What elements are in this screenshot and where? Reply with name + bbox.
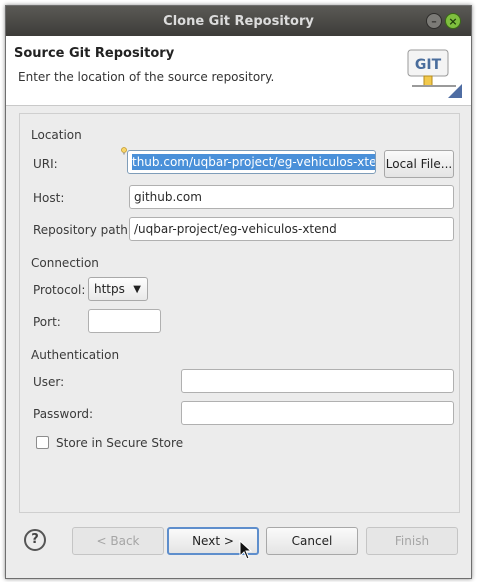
user-label: User: bbox=[33, 375, 65, 389]
uri-value: thub.com/uqbar-project/eg-vehiculos-xten… bbox=[132, 154, 375, 170]
port-input[interactable] bbox=[88, 309, 161, 333]
connection-section-label: Connection bbox=[31, 256, 99, 270]
clone-git-dialog: Clone Git Repository – × Source Git Repo… bbox=[5, 5, 472, 579]
uri-input[interactable]: thub.com/uqbar-project/eg-vehiculos-xten… bbox=[127, 150, 376, 174]
host-label: Host: bbox=[33, 191, 65, 205]
mouse-cursor-icon bbox=[239, 540, 253, 560]
close-icon[interactable]: × bbox=[445, 13, 461, 29]
finish-button[interactable]: Finish bbox=[366, 527, 458, 555]
form-panel: Location URI: thub.com/uqbar-project/eg-… bbox=[19, 113, 460, 513]
secure-store-label[interactable]: Store in Secure Store bbox=[56, 436, 183, 450]
repository-path-label: Repository path: bbox=[33, 223, 132, 237]
page-description: Enter the location of the source reposit… bbox=[18, 70, 275, 84]
title-bar[interactable]: Clone Git Repository – × bbox=[6, 6, 471, 36]
minimize-icon[interactable]: – bbox=[426, 13, 442, 29]
authentication-section-label: Authentication bbox=[31, 348, 120, 362]
cancel-button[interactable]: Cancel bbox=[266, 527, 358, 555]
password-input[interactable] bbox=[181, 401, 454, 425]
protocol-label: Protocol: bbox=[33, 283, 86, 297]
protocol-select[interactable]: https ▼ bbox=[88, 277, 148, 301]
git-logo-icon: GIT bbox=[407, 49, 462, 98]
back-button[interactable]: < Back bbox=[72, 527, 164, 555]
protocol-value: https bbox=[94, 282, 125, 296]
window-title: Clone Git Repository bbox=[163, 14, 314, 29]
password-label: Password: bbox=[33, 407, 94, 421]
host-input[interactable]: github.com bbox=[129, 185, 454, 209]
git-logo-text: GIT bbox=[415, 57, 442, 73]
uri-label: URI: bbox=[33, 157, 58, 171]
repository-path-input[interactable]: /uqbar-project/eg-vehiculos-xtend bbox=[129, 217, 454, 241]
wizard-banner: Source Git Repository Enter the location… bbox=[6, 36, 471, 106]
secure-store-checkbox[interactable] bbox=[36, 436, 49, 449]
port-label: Port: bbox=[33, 315, 61, 329]
user-input[interactable] bbox=[181, 369, 454, 393]
help-icon[interactable]: ? bbox=[24, 529, 46, 551]
chevron-down-icon: ▼ bbox=[133, 284, 141, 295]
location-section-label: Location bbox=[31, 128, 82, 142]
local-file-button[interactable]: Local File... bbox=[384, 150, 454, 178]
page-title: Source Git Repository bbox=[14, 46, 175, 61]
